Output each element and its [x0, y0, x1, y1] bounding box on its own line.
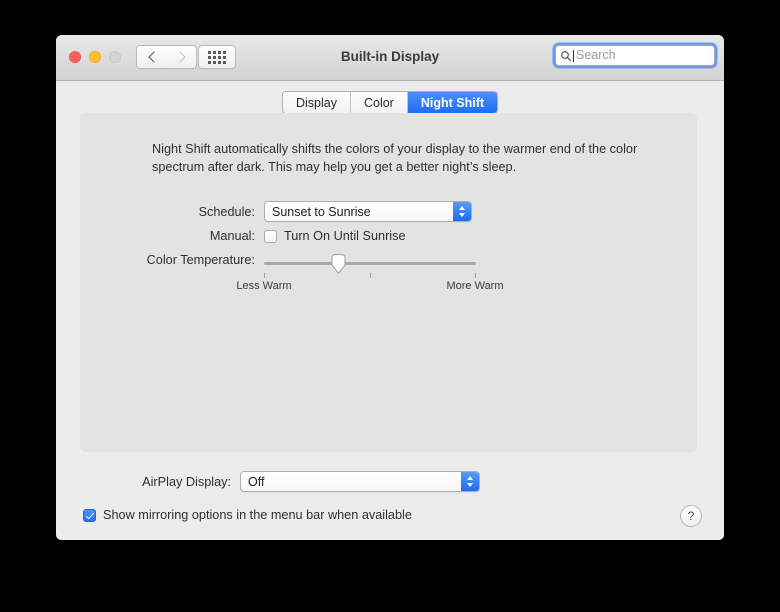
manual-checkbox[interactable]	[264, 229, 277, 243]
night-shift-panel: Night Shift automatically shifts the col…	[80, 113, 697, 452]
search-input[interactable]: Search	[576, 49, 616, 62]
chevron-up-down-icon	[461, 472, 479, 491]
tab-night-shift[interactable]: Night Shift	[407, 92, 498, 113]
system-preferences-window: Built-in Display Search Display Color Ni…	[56, 35, 724, 540]
manual-row: Manual: Turn On Until Sunrise	[104, 229, 406, 243]
airplay-value: Off	[248, 474, 265, 489]
schedule-popup-button[interactable]: Sunset to Sunrise	[264, 201, 472, 222]
search-icon	[561, 50, 572, 61]
night-shift-description: Night Shift automatically shifts the col…	[152, 142, 638, 174]
manual-label: Manual:	[209, 229, 255, 243]
help-button[interactable]: ?	[680, 505, 702, 527]
slider-max-label: More Warm	[446, 280, 504, 292]
slider-tick-right	[475, 273, 476, 278]
slider-tick-middle	[370, 273, 371, 278]
manual-checkbox-label[interactable]: Turn On Until Sunrise	[284, 229, 406, 243]
schedule-label: Schedule:	[198, 204, 255, 219]
airplay-display-label: AirPlay Display:	[142, 474, 231, 489]
slider-min-label: Less Warm	[236, 280, 292, 292]
window-titlebar: Built-in Display Search	[56, 35, 724, 81]
tab-bar: Display Color Night Shift	[56, 91, 724, 114]
schedule-row: Schedule: Sunset to Sunrise	[104, 201, 472, 222]
tab-color[interactable]: Color	[350, 92, 408, 113]
airplay-display-row: AirPlay Display: Off	[80, 471, 480, 492]
schedule-value: Sunset to Sunrise	[272, 204, 371, 219]
mirroring-row: Show mirroring options in the menu bar w…	[83, 508, 412, 522]
slider-track[interactable]	[264, 262, 476, 265]
search-caret	[573, 49, 574, 62]
color-temperature-label: Color Temperature:	[146, 253, 255, 267]
chevron-up-down-icon	[453, 202, 471, 221]
search-field[interactable]: Search	[555, 45, 715, 66]
color-temperature-row: Color Temperature: Less Warm More Warm	[104, 253, 504, 292]
mirroring-checkbox[interactable]	[83, 508, 96, 522]
airplay-popup-button[interactable]: Off	[240, 471, 480, 492]
slider-tick-left	[264, 273, 265, 278]
tab-display[interactable]: Display	[282, 92, 351, 113]
mirroring-checkbox-label[interactable]: Show mirroring options in the menu bar w…	[103, 508, 412, 522]
slider-thumb[interactable]	[331, 254, 346, 274]
